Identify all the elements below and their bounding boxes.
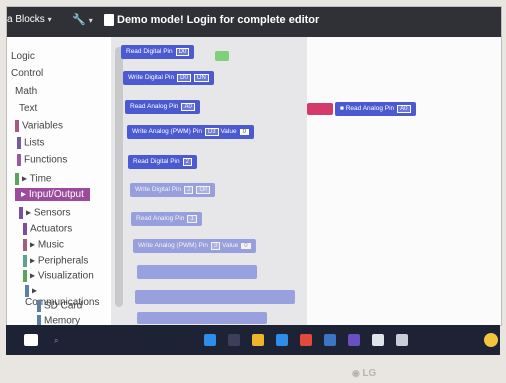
document-icon <box>104 14 114 26</box>
expand-arrow-icon: ▸ <box>30 270 38 282</box>
category-color-bar <box>23 223 27 235</box>
category-logic[interactable]: Logic <box>11 51 35 62</box>
category-visualization[interactable]: ▸ Visualization <box>23 270 94 282</box>
pin-dropdown[interactable]: D3 <box>204 128 219 136</box>
taskbar: ⌕ <box>6 325 500 355</box>
category-lists[interactable]: Lists <box>17 137 45 149</box>
flyout-block-faded[interactable] <box>137 265 257 279</box>
read-digital-pin-block[interactable]: Read Digital Pin D0 <box>121 45 195 59</box>
category-text[interactable]: Text <box>19 103 37 114</box>
category-input-output[interactable]: ▸ Input/Output <box>15 188 90 201</box>
category-color-bar <box>15 120 19 132</box>
value-input[interactable]: 0 <box>239 129 249 135</box>
category-control[interactable]: Control <box>11 68 43 79</box>
read-analog-pin-block[interactable]: Read Analog Pin A0 <box>125 100 200 114</box>
flyout-scrollbar[interactable] <box>115 47 123 307</box>
category-color-bar <box>23 255 27 267</box>
write-analog-pwm-block[interactable]: Write Analog (PWM) Pin 3 Value 0 <box>133 239 256 253</box>
write-analog-pwm-block[interactable]: Write Analog (PWM) Pin D3 Value 0 <box>127 125 254 139</box>
toolbox-sidebar: Logic Control Math Text Variables Lists … <box>7 37 111 325</box>
expand-arrow-icon: ▸ <box>32 285 38 297</box>
pin-dropdown[interactable]: A0 <box>397 105 411 113</box>
taskbar-app-icon[interactable] <box>396 334 408 346</box>
taskbar-app-icon[interactable] <box>324 334 336 346</box>
app-icon[interactable] <box>24 334 38 346</box>
pin-dropdown[interactable]: 1 <box>187 215 197 223</box>
browser-icon[interactable] <box>276 334 288 346</box>
category-peripherals[interactable]: ▸ Peripherals <box>23 255 88 267</box>
expand-arrow-icon: ▸ <box>22 173 30 185</box>
blocks-label: a Blocks <box>7 14 45 25</box>
pin-dropdown[interactable]: 3 <box>210 242 221 250</box>
expand-arrow-icon: ▸ <box>30 239 38 251</box>
monitor-brand-logo: ◉ LG <box>352 368 377 379</box>
chevron-down-icon: ▾ <box>47 15 52 24</box>
read-digital-pin-block[interactable]: Read Digital Pin 2 <box>128 155 197 169</box>
category-color-bar <box>37 300 41 312</box>
notification-icon[interactable] <box>484 333 498 347</box>
demo-message: Demo mode! Login for complete editor <box>117 14 320 26</box>
write-digital-pin-block[interactable]: Write Digital Pin 2 On <box>130 183 216 197</box>
wrench-icon: 🔧 <box>72 14 86 26</box>
state-dropdown[interactable]: ON <box>193 74 209 82</box>
category-color-bar <box>23 270 27 282</box>
workspace-red-block[interactable] <box>307 103 333 115</box>
category-time[interactable]: ▸ Time <box>15 173 51 185</box>
taskbar-app-icon[interactable] <box>372 334 384 346</box>
expand-arrow-icon: ▸ <box>26 207 34 219</box>
chevron-down-icon: ▾ <box>88 16 93 25</box>
state-dropdown[interactable]: On <box>196 186 211 194</box>
folder-icon[interactable] <box>252 334 264 346</box>
search-icon[interactable]: ⌕ <box>54 336 58 346</box>
taskbar-app-icon[interactable] <box>300 334 312 346</box>
pin-dropdown[interactable]: D0 <box>175 48 190 56</box>
top-bar: a Blocks ▾ 🔧 ▾ Demo mode! Login for comp… <box>7 7 501 37</box>
workspace-read-analog-block[interactable]: ■ Read Analog Pin A0 <box>335 102 416 116</box>
category-music[interactable]: ▸ Music <box>23 239 64 251</box>
connector-tab <box>215 51 229 61</box>
category-color-bar <box>17 154 21 166</box>
category-actuators[interactable]: Actuators <box>23 223 72 235</box>
wrench-menu[interactable]: 🔧 ▾ <box>72 13 93 26</box>
category-sensors[interactable]: ▸ Sensors <box>19 207 71 219</box>
category-color-bar <box>23 239 27 251</box>
taskbar-app-icon[interactable] <box>228 334 240 346</box>
category-sd-card[interactable]: SD Card <box>37 300 82 312</box>
category-color-bar <box>25 285 29 297</box>
taskbar-app-icon[interactable] <box>348 334 360 346</box>
pin-dropdown[interactable]: D0 <box>177 74 191 82</box>
pin-dropdown[interactable]: 2 <box>182 158 192 166</box>
expand-arrow-icon: ▸ <box>21 189 29 200</box>
category-color-bar <box>17 137 21 149</box>
flyout-block-faded[interactable] <box>135 290 295 304</box>
screen: a Blocks ▾ 🔧 ▾ Demo mode! Login for comp… <box>6 6 502 326</box>
blocks-menu[interactable]: a Blocks ▾ <box>7 14 52 25</box>
flyout-block-faded[interactable] <box>137 312 267 324</box>
pin-dropdown[interactable]: 2 <box>184 186 194 194</box>
category-variables[interactable]: Variables <box>15 120 63 132</box>
category-color-bar <box>15 173 19 185</box>
value-input[interactable]: 0 <box>241 243 251 249</box>
expand-arrow-icon: ▸ <box>30 255 38 267</box>
write-digital-pin-block[interactable]: Write Digital Pin D0 ON <box>123 71 214 85</box>
pin-dropdown[interactable]: A0 <box>181 103 195 111</box>
taskbar-app-icon[interactable] <box>204 334 216 346</box>
category-math[interactable]: Math <box>15 86 37 97</box>
category-functions[interactable]: Functions <box>17 154 67 166</box>
category-color-bar <box>19 207 23 219</box>
read-analog-pin-block[interactable]: Read Analog Pin 1 <box>131 212 202 226</box>
